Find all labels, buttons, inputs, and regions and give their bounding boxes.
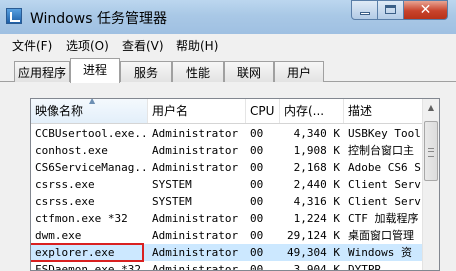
cell-user: Administrator [152,229,239,242]
table-row[interactable]: ctfmon.exe *32 Administrator 00 1,224 K … [31,210,423,227]
tab-services[interactable]: 服务 [120,61,172,82]
cell-memory: 1,908 K [293,144,340,157]
table-row[interactable]: dwm.exe Administrator 00 29,124 K 桌面窗口管理 [31,227,423,244]
table-row-selected[interactable]: explorer.exe Administrator 00 49,304 K W… [31,243,423,262]
cell-user: Administrator [152,144,239,157]
column-user-name[interactable]: 用户名 [148,99,246,123]
tab-applications[interactable]: 应用程序 [14,61,70,82]
close-button[interactable]: ✕ [404,0,448,20]
cell-cpu: 00 [250,161,264,174]
cell-description: 控制台窗口主 [348,144,414,157]
cell-memory: 2,440 K [293,178,340,191]
vertical-scrollbar[interactable]: ▲ [422,99,439,270]
scrollbar-grip-icon [428,148,434,157]
menu-options[interactable]: 选项(O) [66,37,109,54]
table-row[interactable]: CS6ServiceManag... Administrator 00 2,16… [31,159,423,176]
table-row[interactable]: FSDaemon.exe *32 Administrator 00 3,904 … [31,261,423,271]
tab-users[interactable]: 用户 [274,61,324,82]
cell-image: csrss.exe [35,195,95,208]
cell-image: CS6ServiceManag... [35,161,148,174]
menu-file[interactable]: 文件(F) [12,37,52,54]
cell-cpu: 00 [250,263,264,271]
cell-cpu: 00 [250,229,264,242]
cell-memory: 3,904 K [293,263,340,271]
cell-image: FSDaemon.exe *32 [35,263,141,271]
window-title: Windows 任务管理器 [30,11,167,27]
cell-memory: 1,224 K [293,212,340,225]
cell-memory: 2,168 K [293,161,340,174]
column-description[interactable]: 描述 [344,99,423,123]
minimize-button[interactable] [351,0,378,20]
minimize-icon [360,12,370,15]
cell-cpu: 00 [250,212,264,225]
cell-image: ctfmon.exe *32 [35,212,128,225]
cell-user: Administrator [152,263,239,271]
tab-performance[interactable]: 性能 [172,61,224,82]
menu-bar: 文件(F) 选项(O) 查看(V) 帮助(H) [0,34,456,56]
cell-cpu: 00 [250,178,264,191]
sort-ascending-icon: ▲ [89,99,96,105]
cell-description: 桌面窗口管理 [348,229,414,242]
cell-memory: 49,304 K [287,246,340,259]
cell-description: Adobe CS6 S [348,161,421,174]
column-header-row: 映像名称 ▲ 用户名 CPU 内存(... 描述 [31,99,423,124]
cell-description: USBKey Tool [348,127,421,140]
cell-image: dwm.exe [35,229,82,242]
cell-image: CCBUsertool.exe... [35,127,148,140]
table-row[interactable]: csrss.exe SYSTEM 00 4,316 K Client Serv [31,193,423,210]
cell-cpu: 00 [250,195,264,208]
table-row[interactable]: CCBUsertool.exe... Administrator 00 4,34… [31,125,423,142]
cell-user: Administrator [152,161,239,174]
cell-cpu: 00 [250,127,264,140]
cell-description: Client Serv [348,195,421,208]
column-image-name[interactable]: 映像名称 ▲ [31,99,148,123]
menu-help[interactable]: 帮助(H) [176,37,218,54]
cell-image: csrss.exe [35,178,95,191]
cell-description: Windows 资 [348,246,412,259]
scroll-up-icon[interactable]: ▲ [423,99,439,116]
maximize-icon [385,5,396,14]
scrollbar-thumb[interactable] [424,121,438,181]
cell-description: CTF 加载程序 [348,212,419,225]
processes-panel: 映像名称 ▲ 用户名 CPU 内存(... 描述 CCBUsertool.exe… [0,82,456,271]
cell-memory: 29,124 K [287,229,340,242]
close-icon: ✕ [419,2,432,18]
cell-image: explorer.exe [35,246,115,259]
tab-networking[interactable]: 联网 [224,61,274,82]
process-list[interactable]: 映像名称 ▲ 用户名 CPU 内存(... 描述 CCBUsertool.exe… [30,98,440,271]
task-manager-icon [6,8,22,24]
tab-bar: 应用程序 进程 服务 性能 联网 用户 [0,56,456,83]
cell-cpu: 00 [250,246,264,259]
column-memory[interactable]: 内存(... [280,99,344,123]
title-bar[interactable]: Windows 任务管理器 ✕ [0,0,456,34]
column-cpu[interactable]: CPU [246,99,280,123]
cell-description: DYTPR [348,263,382,271]
tab-processes[interactable]: 进程 [70,58,120,83]
caption-buttons: ✕ [351,0,448,20]
cell-description: Client Serv [348,178,421,191]
cell-memory: 4,340 K [293,127,340,140]
maximize-button[interactable] [378,0,404,20]
cell-user: SYSTEM [152,195,192,208]
table-row[interactable]: conhost.exe Administrator 00 1,908 K 控制台… [31,142,423,159]
cell-user: Administrator [152,246,239,259]
table-row[interactable]: csrss.exe SYSTEM 00 2,440 K Client Serv [31,176,423,193]
cell-image: conhost.exe [35,144,108,157]
cell-cpu: 00 [250,144,264,157]
cell-memory: 4,316 K [293,195,340,208]
cell-user: Administrator [152,212,239,225]
cell-user: Administrator [152,127,239,140]
cell-user: SYSTEM [152,178,192,191]
column-image-name-label: 映像名称 [35,104,84,118]
menu-view[interactable]: 查看(V) [122,37,164,54]
